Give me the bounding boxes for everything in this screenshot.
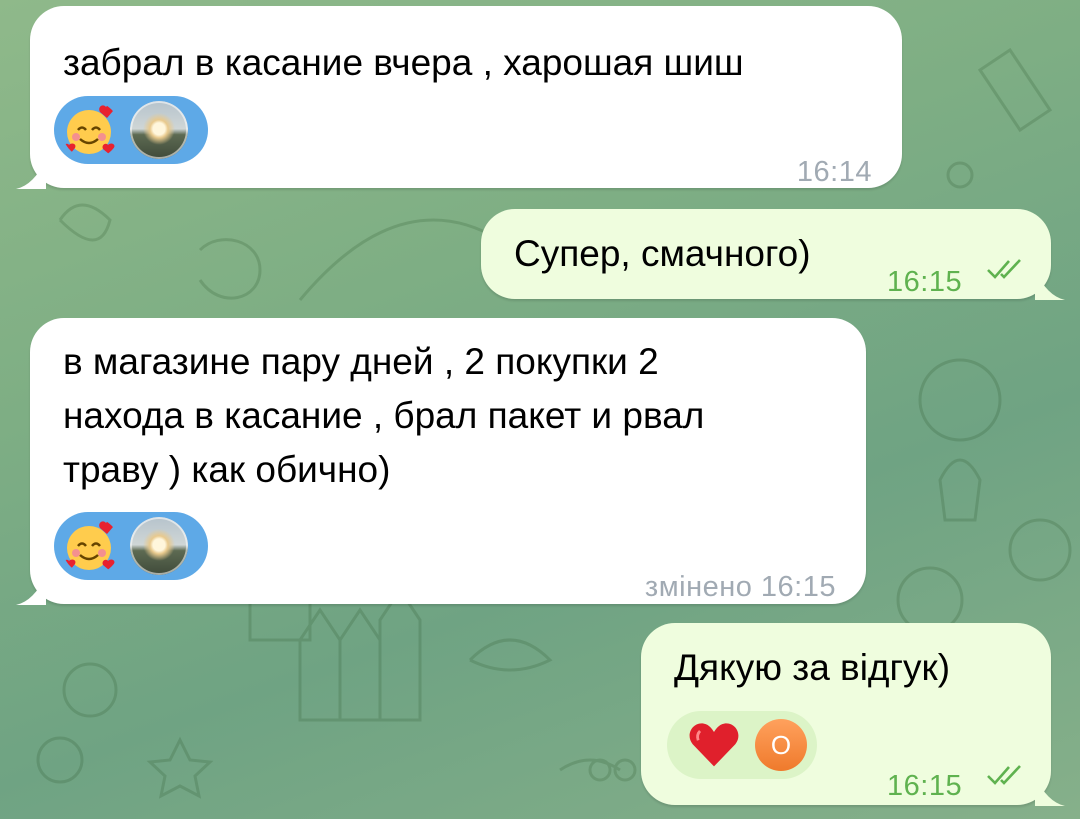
message-text: в магазине пару дней , 2 покупки 2 наход…: [63, 341, 705, 490]
message-bubble-incoming[interactable]: забрал в касание вчера , харошая шиш 16:…: [16, 6, 902, 189]
message-bubble-incoming[interactable]: в магазине пару дней , 2 покупки 2 наход…: [16, 318, 866, 605]
bubble-tail: [1035, 270, 1065, 300]
user-avatar-photo[interactable]: [130, 517, 188, 575]
double-check-read-icon: [987, 259, 1021, 279]
bubble-tail: [16, 159, 46, 189]
message-time: 16:15: [887, 770, 963, 802]
reactions-bar[interactable]: [54, 512, 208, 580]
reactions-bar[interactable]: [54, 96, 208, 164]
message-text: Дякую за відгук): [674, 647, 951, 688]
bubble-tail: [1035, 776, 1065, 806]
red-heart-icon[interactable]: [687, 718, 741, 772]
message-time-edited: змінено 16:15: [644, 571, 836, 603]
smiling-face-with-hearts-icon[interactable]: [62, 517, 120, 575]
message-bubble-outgoing[interactable]: Дякую за відгук) О 16:15: [641, 623, 1065, 806]
message-text: забрал в касание вчера , харошая шиш: [63, 42, 744, 83]
double-check-read-icon: [987, 765, 1021, 785]
smiling-face-with-hearts-icon[interactable]: [62, 101, 120, 159]
message-time: 16:15: [887, 266, 963, 298]
reactions-bar[interactable]: О: [667, 711, 817, 779]
user-avatar-letter[interactable]: О: [755, 719, 807, 771]
message-time: 16:14: [796, 156, 872, 188]
message-bubble-outgoing[interactable]: Супер, смачного) 16:15: [481, 209, 1065, 300]
message-text: Супер, смачного): [514, 233, 811, 274]
user-avatar-photo[interactable]: [130, 101, 188, 159]
bubble-tail: [16, 575, 46, 605]
